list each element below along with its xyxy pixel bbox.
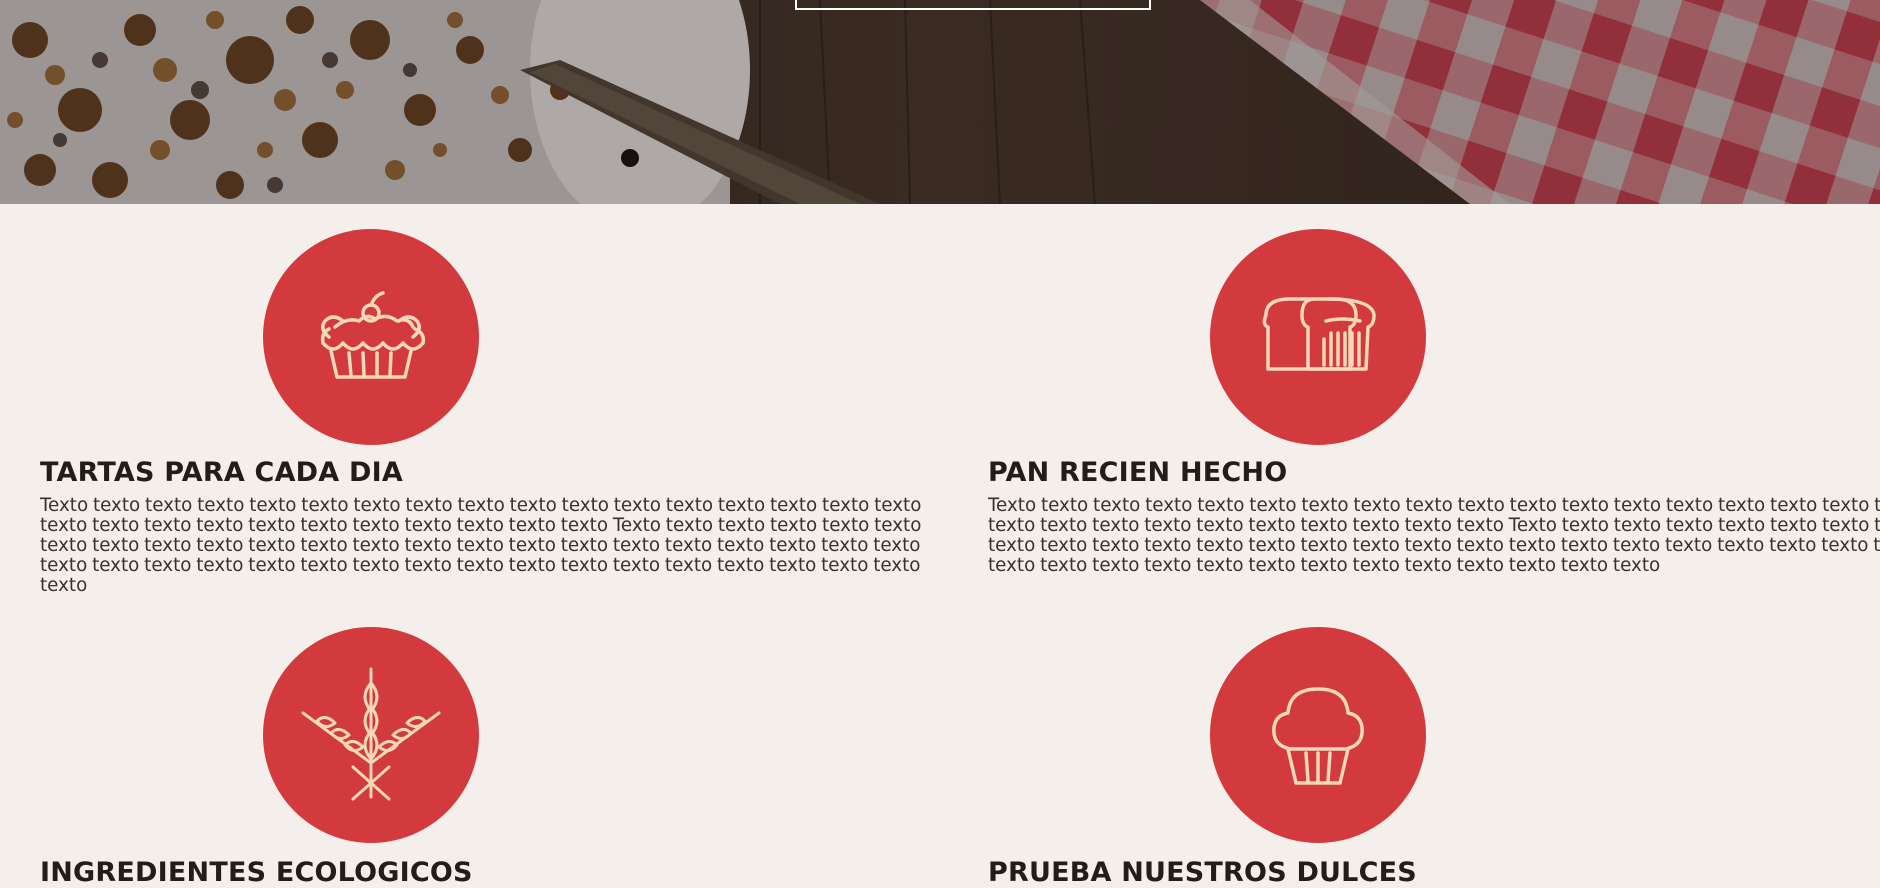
feature-description: Texto texto texto texto texto texto text… [988,495,1880,576]
feature-title: TARTAS PARA CADA DIA [40,457,403,488]
wheat-icon [301,667,441,801]
wheat-icon-circle [263,627,479,843]
hero-background-image [0,0,1880,204]
hero-banner [0,0,1880,204]
bread-icon [1262,297,1376,371]
features-section: TARTAS PARA CADA DIA Texto texto texto t… [0,204,1880,888]
pie-icon-circle [263,229,479,445]
feature-title: INGREDIENTES ECOLOGICOS [40,857,473,888]
cupcake-icon-circle [1210,627,1426,843]
feature-title: PAN RECIEN HECHO [988,457,1288,488]
pie-icon [320,291,426,379]
cupcake-icon [1272,687,1364,785]
feature-description: Texto texto texto texto texto texto text… [40,495,922,596]
hero-cta-button[interactable] [795,0,1151,10]
feature-title: PRUEBA NUESTROS DULCES [988,857,1417,888]
bread-icon-circle [1210,229,1426,445]
